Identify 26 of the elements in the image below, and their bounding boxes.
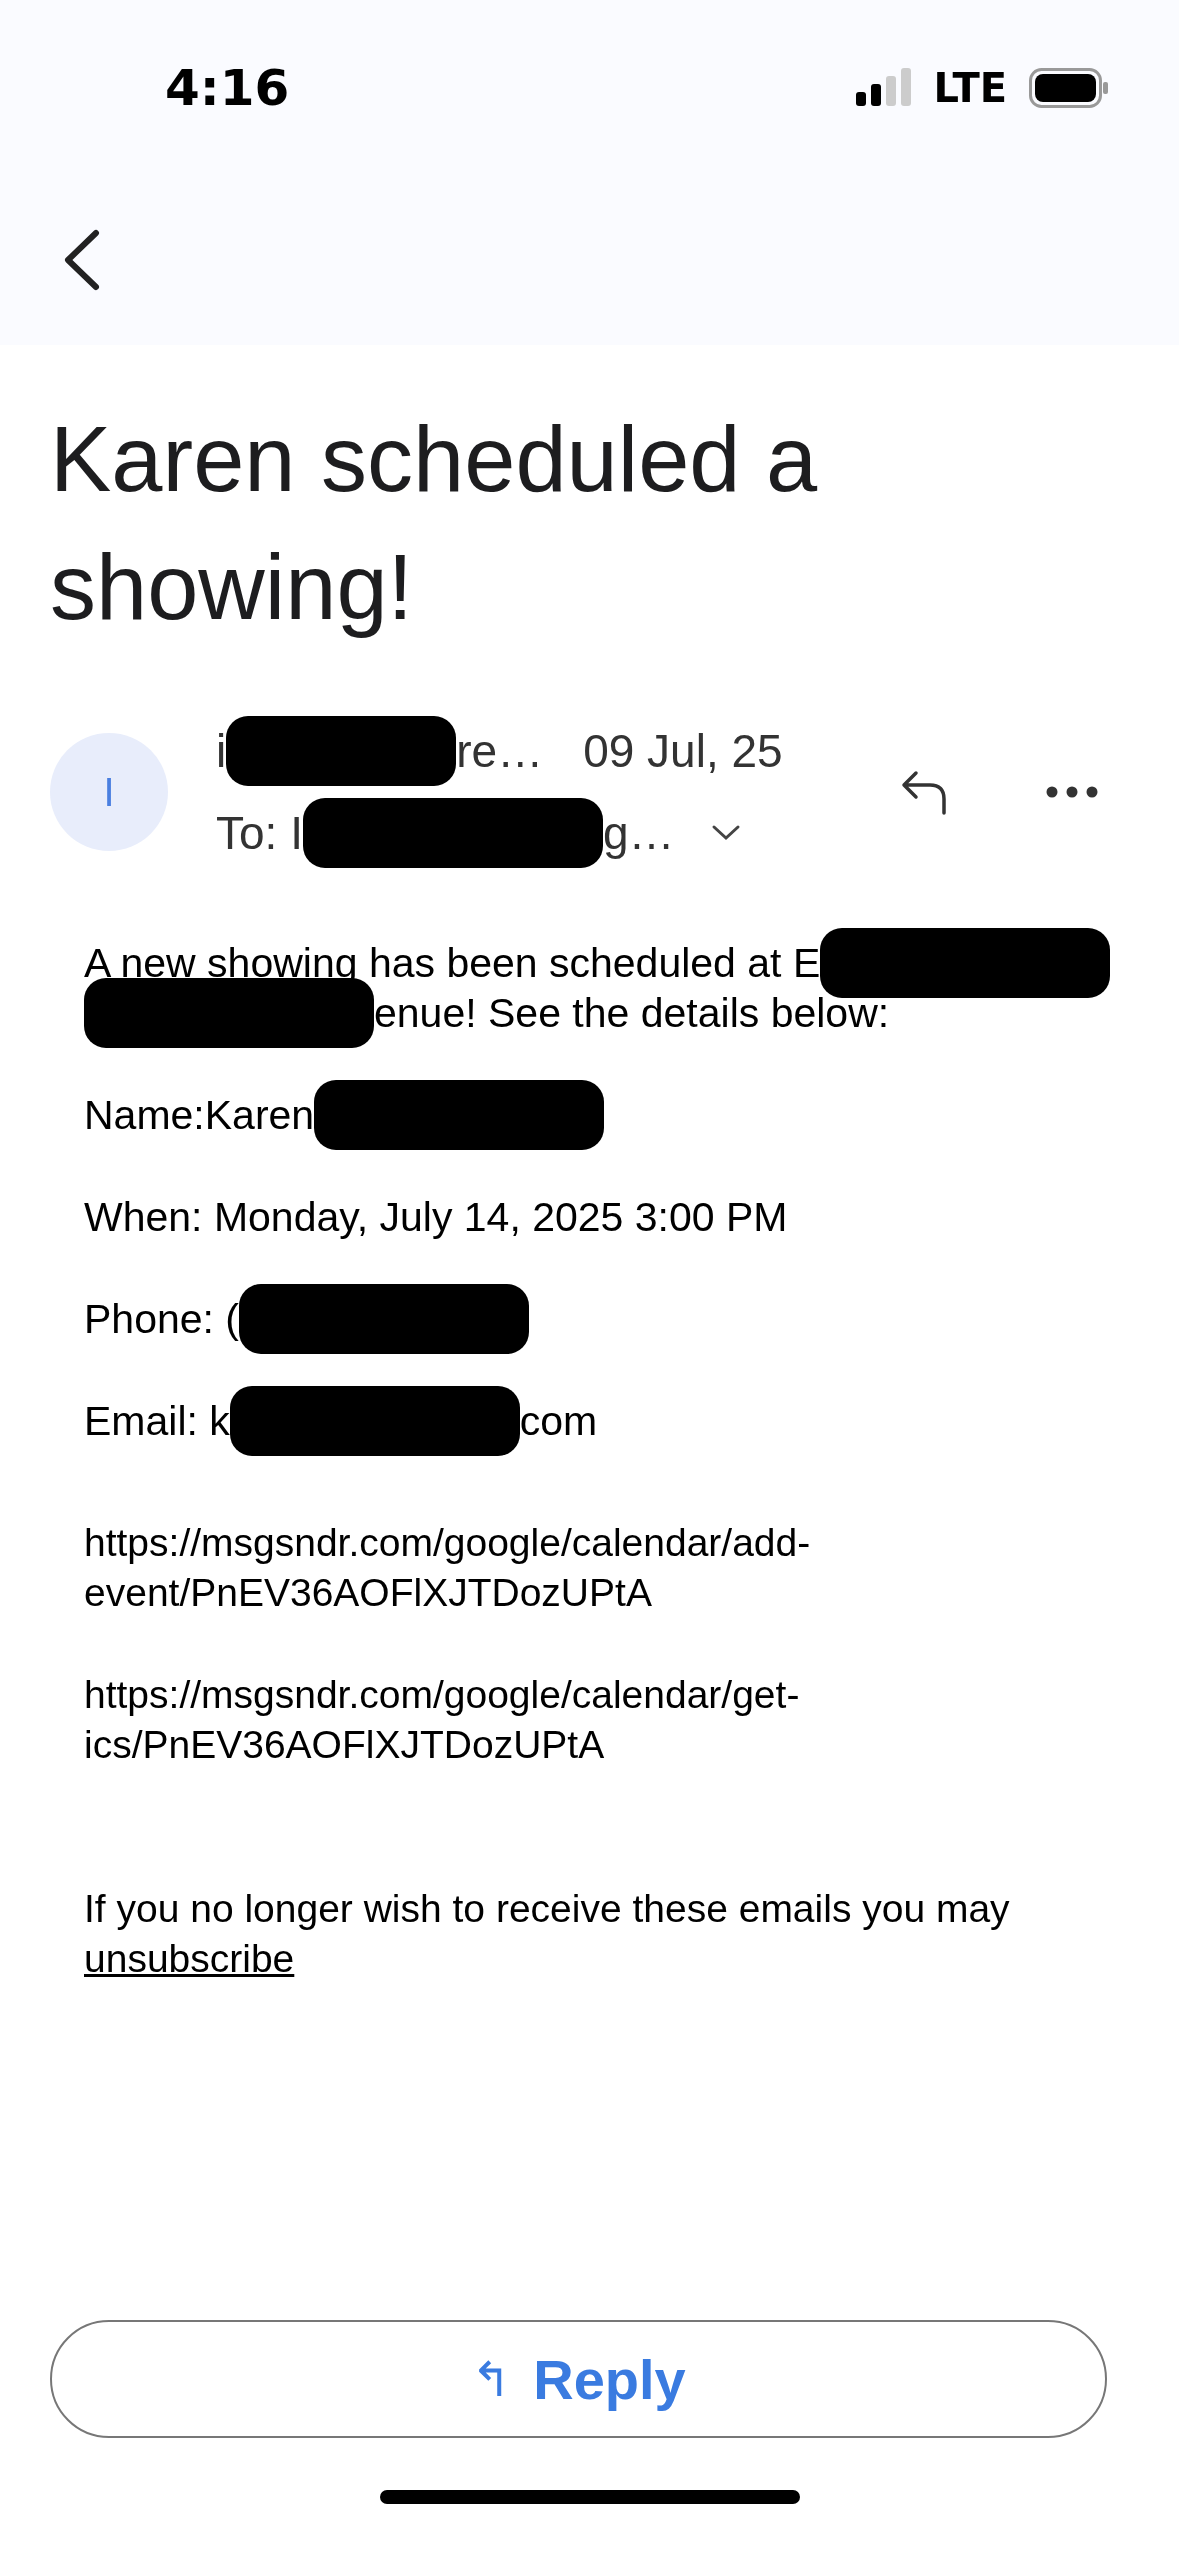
sender-avatar: I xyxy=(50,733,168,851)
sender-name: i xyxy=(216,724,227,778)
email-date: 09 Jul, 25 xyxy=(583,724,783,778)
email-text: Phone: ( xyxy=(84,1295,239,1343)
status-time: 4:16 xyxy=(165,58,290,117)
email-text: Name:Karen xyxy=(84,1091,315,1139)
more-options-icon[interactable] xyxy=(1045,785,1099,799)
email-text: Email: k xyxy=(84,1397,230,1445)
calendar-link[interactable]: https://msgsndr.com/google/calendar/add-event/PnEV36AOFlXJTDozUPtA xyxy=(84,1518,1024,1618)
signal-icon xyxy=(855,67,912,108)
reply-button[interactable]: ↰ Reply xyxy=(50,2320,1107,2438)
recipient-name: g… xyxy=(602,806,675,860)
recipient-label: To: I xyxy=(216,806,303,860)
unsubscribe-link[interactable]: unsubscribe xyxy=(84,1937,295,1980)
email-text: A new showing has been scheduled at E xyxy=(84,939,821,987)
email-text: com xyxy=(519,1397,598,1445)
back-button[interactable] xyxy=(62,229,102,291)
calendar-link[interactable]: https://msgsndr.com/google/calendar/get-ics/PnEV36AOFlXJTDozUPtA xyxy=(84,1670,1024,1770)
battery-icon xyxy=(1029,67,1109,108)
network-label: LTE xyxy=(933,64,1007,111)
email-text: enue! See the details below: xyxy=(374,989,890,1037)
unsubscribe-text: If you no longer wish to receive these emails you may unsubscribe xyxy=(84,1886,1011,1982)
chevron-down-icon[interactable] xyxy=(710,824,741,842)
email-subject: Karen scheduled a showing! xyxy=(49,407,819,640)
sender-name: re… xyxy=(456,724,544,778)
email-text: When: Monday, July 14, 2025 3:00 PM xyxy=(84,1193,788,1241)
